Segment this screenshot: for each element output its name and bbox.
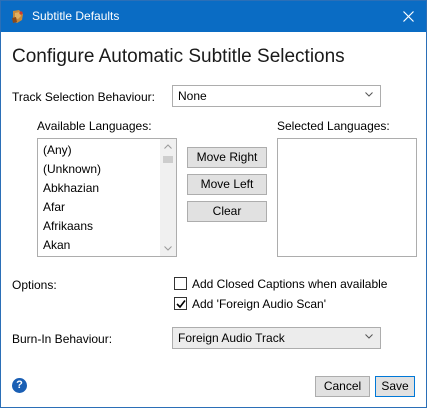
selected-languages-list[interactable] <box>277 138 417 257</box>
chevron-down-icon <box>365 92 373 97</box>
page-heading: Configure Automatic Subtitle Selections <box>12 46 345 67</box>
options-label: Options: <box>12 278 57 292</box>
foreign-audio-scan-checkbox[interactable] <box>174 297 187 310</box>
move-right-button[interactable]: Move Right <box>187 147 267 168</box>
burn-in-label: Burn-In Behaviour: <box>12 332 113 346</box>
available-languages-list[interactable]: (Any) (Unknown) Abkhazian Afar Afrikaans… <box>37 138 177 257</box>
list-item[interactable]: Afrikaans <box>43 219 93 233</box>
list-item[interactable]: Abkhazian <box>43 181 99 195</box>
list-item[interactable]: Afar <box>43 200 65 214</box>
list-item[interactable]: (Unknown) <box>43 162 101 176</box>
checkmark-icon <box>176 300 186 309</box>
track-selection-label: Track Selection Behaviour: <box>12 90 155 104</box>
help-icon[interactable]: ? <box>12 378 27 393</box>
chevron-down-icon <box>365 334 373 339</box>
title-bar[interactable]: Subtitle Defaults <box>1 1 426 32</box>
cancel-button[interactable]: Cancel <box>315 376 370 397</box>
handbrake-app-icon <box>10 9 26 25</box>
track-selection-value: None <box>178 89 207 103</box>
scroll-down-icon[interactable] <box>164 246 172 251</box>
close-button[interactable] <box>391 1 426 32</box>
subtitle-defaults-window: Subtitle Defaults Configure Automatic Su… <box>0 0 427 408</box>
list-item[interactable]: Akan <box>43 238 70 252</box>
clear-button[interactable]: Clear <box>187 201 267 222</box>
scrollbar-thumb[interactable] <box>163 156 173 163</box>
selected-languages-label: Selected Languages: <box>277 119 390 133</box>
window-title: Subtitle Defaults <box>32 9 120 23</box>
move-left-button[interactable]: Move Left <box>187 174 267 195</box>
burn-in-value: Foreign Audio Track <box>178 331 285 345</box>
closed-captions-label[interactable]: Add Closed Captions when available <box>192 277 387 291</box>
available-languages-label: Available Languages: <box>37 119 152 133</box>
scroll-up-icon[interactable] <box>164 144 172 149</box>
save-button[interactable]: Save <box>375 376 415 397</box>
track-selection-dropdown[interactable]: None <box>172 85 381 107</box>
list-item[interactable]: (Any) <box>43 143 72 157</box>
foreign-audio-scan-label[interactable]: Add 'Foreign Audio Scan' <box>192 297 326 311</box>
burn-in-dropdown[interactable]: Foreign Audio Track <box>172 327 381 349</box>
close-icon <box>403 11 414 22</box>
closed-captions-checkbox[interactable] <box>174 277 187 290</box>
available-languages-scrollbar[interactable] <box>160 139 176 256</box>
